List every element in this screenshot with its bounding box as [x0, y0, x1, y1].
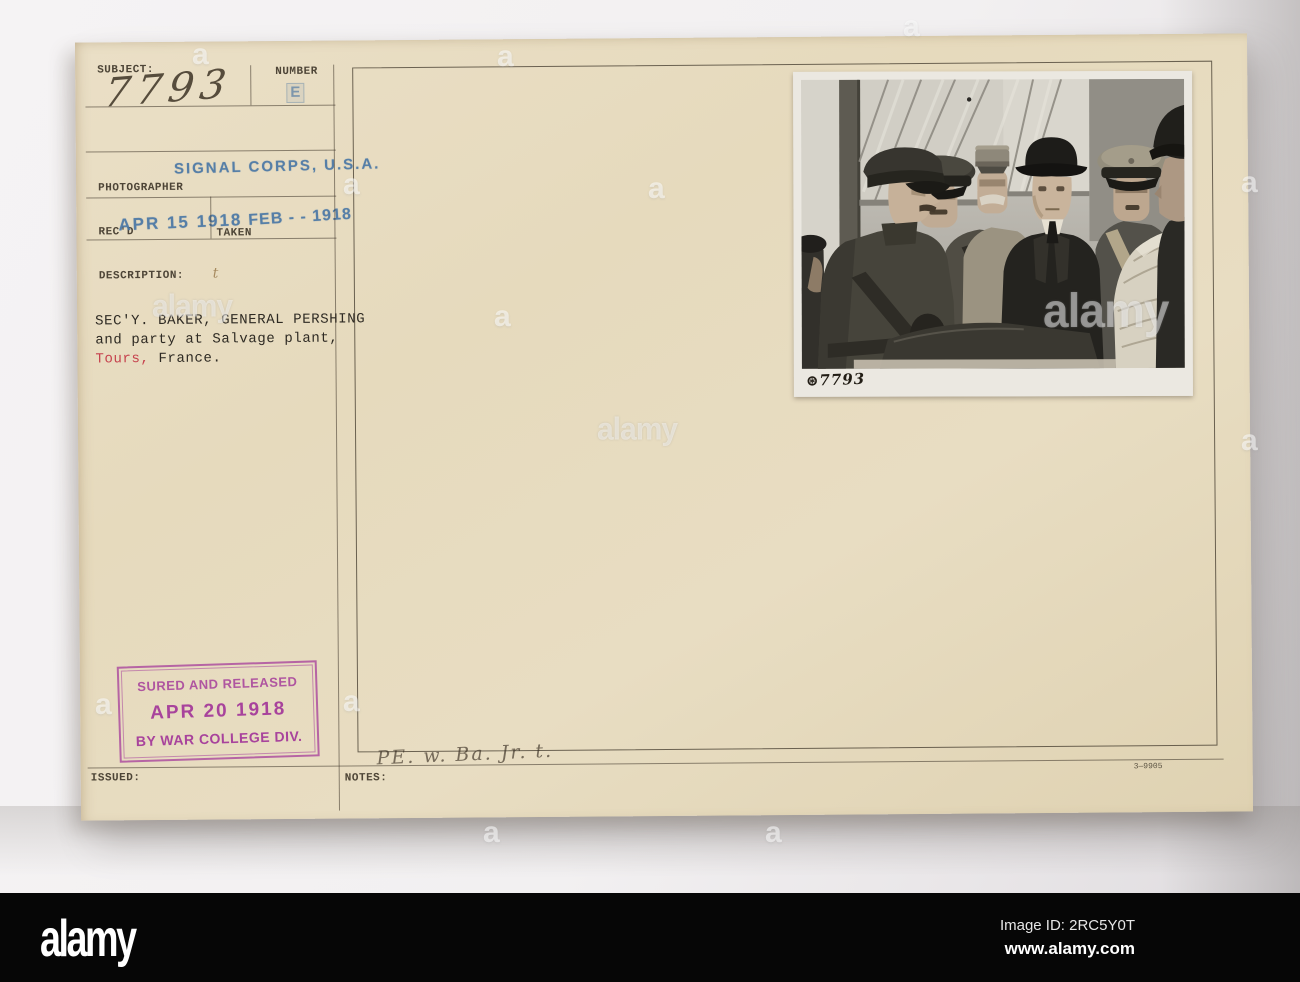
rule-line [87, 758, 1224, 769]
photographer-stamp: SIGNAL CORPS, U.S.A. [173, 155, 381, 178]
description-line-2: and party at Salvage plant, [95, 330, 339, 349]
footer-bar: alamy Image ID: 2RC5Y0T www.alamy.com [0, 893, 1300, 982]
number-label: NUMBER [275, 65, 318, 79]
rule-line [333, 64, 341, 811]
number-stamp: E [286, 82, 305, 103]
war-college-release-stamp: SURED AND RELEASED APR 20 1918 BY WAR CO… [116, 660, 320, 763]
rule-line [210, 196, 212, 239]
photo-scene [801, 78, 1185, 369]
pencil-check-mark: t [212, 265, 219, 282]
description-country: France. [149, 350, 222, 368]
rule-line [85, 149, 336, 153]
signal-corps-index-card: SUBJECT: 7793 NUMBER E SIGNAL CORPS, U.S… [74, 33, 1254, 821]
notes-label: NOTES: [344, 772, 388, 785]
form-number: 3—9905 [1133, 762, 1163, 772]
release-stamp-date: APR 20 1918 [149, 697, 287, 724]
release-stamp-line-3: BY WAR COLLEGE DIV. [135, 727, 303, 749]
archival-photo-card-page: SUBJECT: 7793 NUMBER E SIGNAL CORPS, U.S… [0, 0, 1300, 982]
release-stamp-inner-border: SURED AND RELEASED APR 20 1918 BY WAR CO… [120, 664, 316, 759]
description-label: DESCRIPTION: [98, 269, 185, 283]
footer-meta: Image ID: 2RC5Y0T www.alamy.com [1000, 917, 1135, 959]
photographer-label: PHOTOGRAPHER [98, 181, 184, 195]
rule-line [250, 65, 252, 106]
photo-caption-number: ⊛7793 [805, 369, 866, 390]
release-stamp-line-1: SURED AND RELEASED [137, 674, 298, 695]
image-id-text: Image ID: 2RC5Y0T [999, 916, 1135, 934]
subject-number-handwritten: 7793 [101, 61, 235, 117]
description-city-red: Tours, [95, 351, 150, 368]
photograph-print: ⊛7793 [793, 70, 1193, 397]
description-line-3: Tours, France. [95, 348, 365, 369]
taken-date-stamp: FEB - - 1918 [247, 205, 353, 229]
description-text: SEC'Y. BAKER, GENERAL PERSHING and party… [95, 310, 365, 369]
issued-label: ISSUED: [90, 772, 141, 785]
salvage-plant-photo-illustration [793, 70, 1193, 397]
description-line-1: SEC'Y. BAKER, GENERAL PERSHING [95, 311, 366, 330]
alamy-logo: alamy [40, 908, 137, 967]
alamy-website-text: www.alamy.com [1004, 938, 1135, 958]
